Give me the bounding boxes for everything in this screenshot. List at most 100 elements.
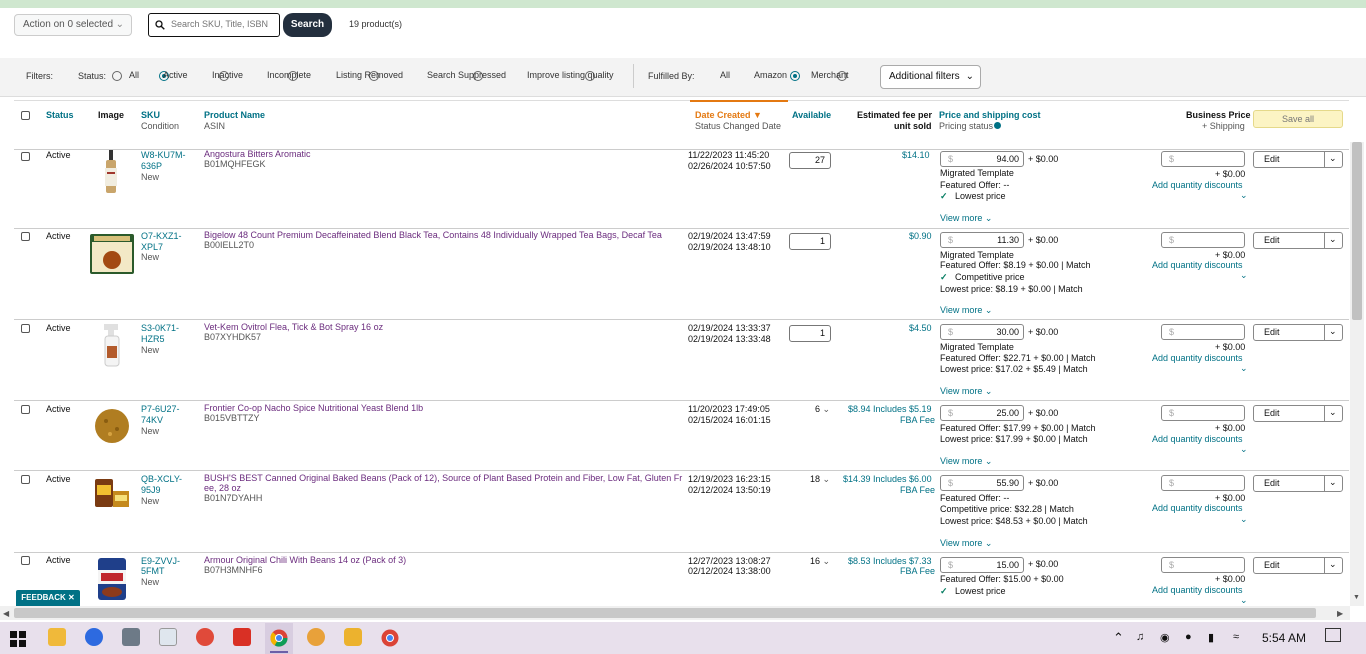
available-count[interactable]: 6 ⌄ [815, 404, 830, 415]
row-checkbox[interactable] [21, 405, 30, 414]
product-thumbnail[interactable] [90, 234, 134, 274]
row-sku[interactable]: S3-0K71- [141, 323, 179, 333]
status-incomplete-label[interactable]: Incomplete [267, 70, 311, 80]
status-all-radio[interactable] [112, 70, 122, 81]
business-price-input[interactable]: $ [1161, 151, 1245, 167]
price-input[interactable]: $94.00 [940, 151, 1024, 167]
row-sku-cont[interactable]: 636P [141, 161, 162, 171]
app-icon[interactable] [307, 628, 325, 646]
fulfilled-all-radio[interactable] [789, 70, 800, 81]
edit-button[interactable]: Edit ⌄ [1253, 151, 1343, 168]
clock[interactable]: 5:54 AM [1262, 631, 1306, 645]
row-sku-cont[interactable]: HZR5 [141, 334, 165, 344]
price-input[interactable]: $25.00 [940, 405, 1024, 421]
view-more-link[interactable]: View more ⌄ [940, 213, 992, 224]
chevron-down-icon[interactable]: ⌄ [1240, 514, 1248, 525]
notifications-icon[interactable] [1325, 628, 1341, 642]
price-input[interactable]: $11.30 [940, 232, 1024, 248]
col-date-created[interactable]: Date Created ▼ [695, 110, 762, 120]
snipping-tool-icon[interactable] [159, 628, 177, 646]
fulfilled-merchant-label[interactable]: Merchant [811, 70, 849, 80]
status-improve-label[interactable]: Improve listing quality [527, 70, 614, 80]
available-input[interactable]: 1 [789, 233, 831, 250]
chrome-icon[interactable] [270, 629, 288, 647]
row-sku[interactable]: E9-ZVVJ- [141, 556, 180, 566]
product-thumbnail[interactable] [103, 150, 119, 195]
chevron-down-icon[interactable]: ⌄ [1240, 444, 1248, 455]
save-all-button[interactable]: Save all [1253, 110, 1343, 128]
business-price-input[interactable]: $ [1161, 324, 1245, 340]
wifi-icon[interactable]: ≈ [1233, 631, 1239, 643]
chrome-profile-icon[interactable] [381, 629, 399, 647]
row-product-name[interactable]: Bigelow 48 Count Premium Decaffeinated B… [204, 230, 662, 240]
wps-office-icon[interactable] [233, 628, 251, 646]
volume-icon[interactable]: ♫ [1136, 631, 1144, 643]
view-more-link[interactable]: View more ⌄ [940, 456, 992, 467]
col-available[interactable]: Available [792, 110, 831, 120]
available-count[interactable]: 16 ⌄ [810, 556, 830, 567]
search-input[interactable] [169, 18, 278, 30]
bulk-action-dropdown[interactable]: Action on 0 selected ⌄ [14, 14, 132, 36]
row-product-name[interactable]: Angostura Bitters Aromatic [204, 149, 311, 159]
status-active-label[interactable]: Active [163, 70, 188, 80]
scroll-down-arrow-icon[interactable]: ▼ [1353, 594, 1360, 601]
app-icon[interactable] [196, 628, 214, 646]
view-more-link[interactable]: View more ⌄ [940, 305, 992, 316]
close-icon[interactable]: ✕ [68, 593, 75, 602]
col-sku[interactable]: SKU [141, 110, 160, 120]
zoom-icon[interactable] [85, 628, 103, 646]
business-price-input[interactable]: $ [1161, 557, 1245, 573]
row-checkbox[interactable] [21, 152, 30, 161]
business-price-input[interactable]: $ [1161, 475, 1245, 491]
edit-button[interactable]: Edit ⌄ [1253, 405, 1343, 422]
row-sku[interactable]: P7-6U27- [141, 404, 180, 414]
chevron-down-icon[interactable]: ⌄ [1240, 190, 1248, 201]
status-inactive-label[interactable]: Inactive [212, 70, 243, 80]
edit-button[interactable]: Edit ⌄ [1253, 475, 1343, 492]
row-product-name[interactable]: Vet-Kem Ovitrol Flea, Tick & Bot Spray 1… [204, 322, 383, 332]
camera-icon[interactable]: ◉ [1160, 631, 1170, 644]
business-price-input[interactable]: $ [1161, 405, 1245, 421]
slack-icon[interactable] [344, 628, 362, 646]
product-thumbnail[interactable] [93, 407, 131, 445]
available-input[interactable]: 1 [789, 325, 831, 342]
row-sku-cont[interactable]: 5FMT [141, 566, 165, 576]
add-quantity-discounts-link[interactable]: Add quantity discounts [1152, 260, 1243, 270]
product-thumbnail[interactable] [93, 477, 131, 509]
chevron-down-icon[interactable]: ⌄ [1240, 363, 1248, 374]
scroll-left-arrow-icon[interactable]: ◀ [3, 609, 9, 618]
vertical-scroll-thumb[interactable] [1352, 142, 1362, 320]
row-sku-cont[interactable]: XPL7 [141, 242, 163, 252]
price-input[interactable]: $15.00 [940, 557, 1024, 573]
add-quantity-discounts-link[interactable]: Add quantity discounts [1152, 585, 1243, 595]
price-input[interactable]: $30.00 [940, 324, 1024, 340]
row-product-name[interactable]: Frontier Co-op Nacho Spice Nutritional Y… [204, 403, 423, 413]
fulfilled-amazon-label[interactable]: Amazon [754, 70, 787, 80]
row-product-name-cont[interactable]: ee, 28 oz [204, 483, 241, 493]
col-status[interactable]: Status [46, 110, 74, 120]
add-quantity-discounts-link[interactable]: Add quantity discounts [1152, 353, 1243, 363]
feedback-tab[interactable]: FEEDBACK ✕ [16, 590, 80, 606]
windows-start-icon[interactable] [10, 631, 26, 647]
edit-button[interactable]: Edit ⌄ [1253, 557, 1343, 574]
view-more-link[interactable]: View more ⌄ [940, 538, 992, 549]
price-input[interactable]: $55.90 [940, 475, 1024, 491]
row-product-name[interactable]: Armour Original Chili With Beans 14 oz (… [204, 555, 406, 565]
file-explorer-icon[interactable] [48, 628, 66, 646]
row-checkbox[interactable] [21, 475, 30, 484]
available-input[interactable]: 27 [789, 152, 831, 169]
row-sku[interactable]: W8-KU7M- [141, 150, 186, 160]
add-quantity-discounts-link[interactable]: Add quantity discounts [1152, 503, 1243, 513]
col-price[interactable]: Price and shipping cost [939, 110, 1041, 120]
add-quantity-discounts-link[interactable]: Add quantity discounts [1152, 180, 1243, 190]
horizontal-scroll-thumb[interactable] [14, 608, 1316, 618]
chevron-down-icon[interactable]: ⌄ [1240, 270, 1248, 281]
row-checkbox[interactable] [21, 556, 30, 565]
fulfilled-all-label[interactable]: All [720, 70, 730, 80]
row-sku[interactable]: QB-XCLY- [141, 474, 182, 484]
status-all-label[interactable]: All [129, 70, 139, 80]
product-thumbnail[interactable] [96, 556, 128, 602]
edit-button[interactable]: Edit ⌄ [1253, 324, 1343, 341]
info-icon[interactable] [994, 122, 1002, 129]
product-thumbnail[interactable] [100, 322, 124, 368]
